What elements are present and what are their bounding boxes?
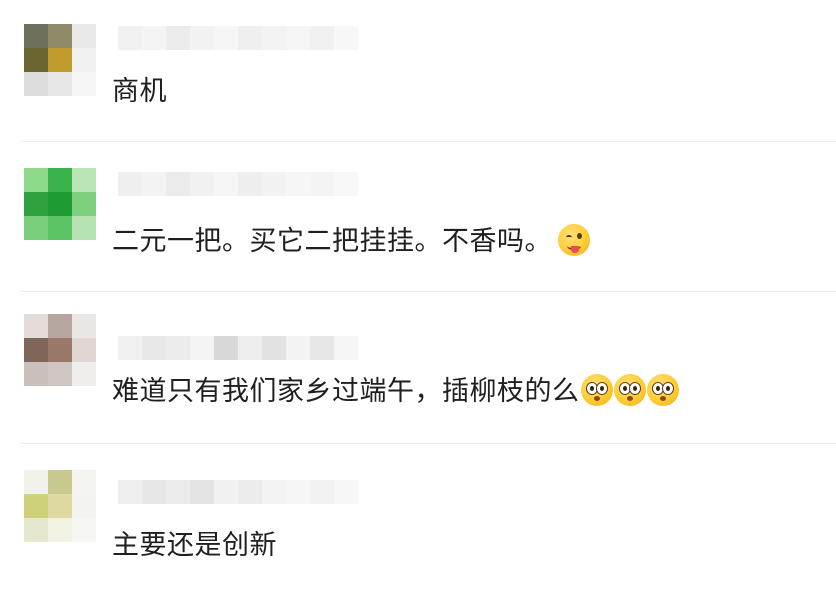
username-mosaic-tile (262, 172, 286, 196)
wide-eyes-emoji-icon (613, 374, 646, 406)
avatar-mosaic-tile (72, 470, 96, 494)
avatar-mosaic-tile (72, 494, 96, 518)
avatar[interactable] (24, 24, 96, 96)
avatar-mosaic-tile (48, 72, 72, 96)
username-blurred[interactable] (118, 336, 358, 360)
username-mosaic-tile (310, 480, 334, 504)
username-mosaic-tile (118, 172, 142, 196)
comment-item: 二元一把。买它二把挂挂。不香吗。 (0, 142, 836, 290)
avatar-mosaic-tile (24, 362, 48, 386)
username-mosaic-tile (238, 480, 262, 504)
username-mosaic-tile (190, 26, 214, 50)
avatar-mosaic-tile (72, 192, 96, 216)
comment-text: 商机 (112, 76, 167, 107)
avatar[interactable] (24, 470, 96, 542)
comment-text: 主要还是创新 (112, 530, 277, 561)
comment-text: 难道只有我们家乡过端午，插柳枝的么 (112, 374, 679, 410)
avatar-mosaic-tile (48, 338, 72, 362)
username-mosaic-tile (166, 480, 190, 504)
username-mosaic-tile (262, 26, 286, 50)
username-mosaic-tile (334, 172, 358, 196)
username-mosaic-tile (238, 172, 262, 196)
wide-eyes-emoji-icon (646, 374, 679, 406)
avatar-mosaic-tile (72, 518, 96, 542)
username-mosaic-tile (262, 480, 286, 504)
avatar-mosaic-tile (48, 362, 72, 386)
avatar-mosaic-tile (48, 48, 72, 72)
username-mosaic-tile (214, 480, 238, 504)
username-mosaic-tile (190, 480, 214, 504)
avatar-mosaic-tile (24, 48, 48, 72)
username-mosaic-tile (310, 172, 334, 196)
avatar-mosaic-tile (24, 24, 48, 48)
comment-text-content: 二元一把。买它二把挂挂。不香吗。 (112, 226, 552, 257)
username-mosaic-tile (190, 172, 214, 196)
avatar-mosaic-tile (72, 72, 96, 96)
username-mosaic-tile (214, 172, 238, 196)
avatar-mosaic-tile (24, 168, 48, 192)
username-mosaic-tile (334, 336, 358, 360)
username-mosaic-tile (286, 336, 310, 360)
avatar-mosaic-tile (24, 72, 48, 96)
avatar-mosaic-tile (48, 168, 72, 192)
avatar-mosaic-tile (72, 338, 96, 362)
username-mosaic-tile (310, 336, 334, 360)
avatar-mosaic-tile (24, 494, 48, 518)
avatar-mosaic-tile (72, 314, 96, 338)
avatar-mosaic-tile (24, 338, 48, 362)
avatar-mosaic-tile (24, 470, 48, 494)
avatar-mosaic-tile (48, 494, 72, 518)
comment-item: 难道只有我们家乡过端午，插柳枝的么 (0, 292, 836, 442)
comment-item: 商机 (0, 0, 836, 140)
avatar[interactable] (24, 168, 96, 240)
username-mosaic-tile (310, 26, 334, 50)
username-mosaic-tile (142, 480, 166, 504)
username-mosaic-tile (166, 26, 190, 50)
avatar-mosaic-tile (48, 518, 72, 542)
username-mosaic-tile (166, 172, 190, 196)
avatar-mosaic-tile (48, 192, 72, 216)
username-blurred[interactable] (118, 26, 358, 50)
avatar-mosaic-tile (72, 48, 96, 72)
username-mosaic-tile (262, 336, 286, 360)
username-mosaic-tile (238, 336, 262, 360)
username-blurred[interactable] (118, 480, 358, 504)
username-mosaic-tile (190, 336, 214, 360)
username-mosaic-tile (118, 480, 142, 504)
avatar-mosaic-tile (72, 362, 96, 386)
wide-eyes-emoji-icon (580, 374, 613, 406)
username-mosaic-tile (334, 480, 358, 504)
avatar-mosaic-tile (72, 24, 96, 48)
comment-text-content: 难道只有我们家乡过端午，插柳枝的么 (112, 376, 580, 407)
avatar-mosaic-tile (24, 314, 48, 338)
username-mosaic-tile (334, 26, 358, 50)
avatar-mosaic-tile (48, 216, 72, 240)
avatar-mosaic-tile (24, 192, 48, 216)
username-mosaic-tile (142, 26, 166, 50)
username-mosaic-tile (166, 336, 190, 360)
username-mosaic-tile (142, 172, 166, 196)
username-mosaic-tile (214, 336, 238, 360)
avatar-mosaic-tile (72, 168, 96, 192)
username-mosaic-tile (238, 26, 262, 50)
avatar-mosaic-tile (48, 24, 72, 48)
username-mosaic-tile (286, 172, 310, 196)
avatar-mosaic-tile (48, 470, 72, 494)
username-mosaic-tile (118, 336, 142, 360)
avatar-mosaic-tile (24, 216, 48, 240)
avatar[interactable] (24, 314, 96, 386)
comment-list: 商机 二元一把。买它二把挂挂。不香吗。 难道只有我们家乡过端午，插柳枝的么 主要… (0, 0, 836, 610)
username-blurred[interactable] (118, 172, 358, 196)
comment-item: 主要还是创新 (0, 444, 836, 610)
username-mosaic-tile (142, 336, 166, 360)
avatar-mosaic-tile (24, 518, 48, 542)
tongue-wink-emoji-icon (558, 224, 590, 256)
comment-text: 二元一把。买它二把挂挂。不香吗。 (112, 224, 590, 260)
username-mosaic-tile (214, 26, 238, 50)
username-mosaic-tile (118, 26, 142, 50)
username-mosaic-tile (286, 26, 310, 50)
avatar-mosaic-tile (72, 216, 96, 240)
username-mosaic-tile (286, 480, 310, 504)
avatar-mosaic-tile (48, 314, 72, 338)
